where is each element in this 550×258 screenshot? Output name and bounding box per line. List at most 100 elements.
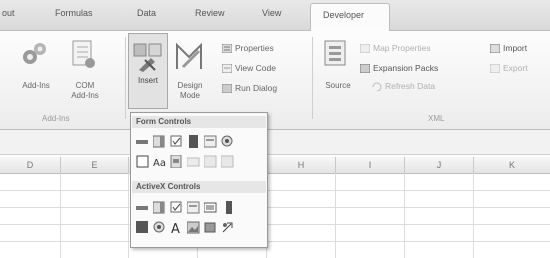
insert-label: Insert — [137, 76, 158, 85]
formula-bar-area — [0, 130, 550, 155]
import-icon — [490, 44, 500, 54]
activex-check-box-icon[interactable] — [170, 201, 183, 214]
column-header-e[interactable]: E — [61, 157, 129, 173]
grid-col-line — [404, 173, 405, 258]
activex-option-button-icon[interactable] — [153, 221, 166, 234]
tab-home-partial[interactable]: out — [2, 8, 15, 18]
view-code-label: View Code — [235, 63, 276, 73]
design-mode-icon — [176, 42, 202, 69]
properties-label: Properties — [235, 43, 274, 53]
option-button-icon[interactable] — [221, 135, 234, 148]
column-header-k[interactable]: K — [474, 157, 550, 173]
xml-group-label: XML — [428, 114, 445, 123]
tab-developer[interactable]: Developer — [310, 3, 390, 32]
column-header-i[interactable]: I — [336, 157, 405, 173]
design-label-line2: Mode — [179, 91, 200, 100]
ribbon-tab-row: out Formulas Data Review View Developer — [0, 0, 550, 32]
tab-developer-label: Developer — [323, 10, 365, 20]
ribbon-panel: Add-Ins COM Add-Ins Add-Ins Insert Desig… — [0, 31, 550, 130]
addins-label: Add-Ins — [22, 81, 50, 90]
command-button-icon[interactable] — [136, 201, 149, 214]
com-addins-button[interactable]: COM Add-Ins — [68, 39, 102, 109]
svg-text:A: A — [171, 222, 180, 234]
design-mode-button[interactable]: Design Mode — [173, 39, 209, 109]
design-label-line1: Design — [177, 81, 203, 90]
more-controls-icon[interactable] — [221, 221, 234, 234]
activex-text-box-icon[interactable] — [204, 201, 217, 214]
grid-row-line — [0, 207, 550, 208]
text-field-icon[interactable] — [187, 155, 200, 168]
grid-col-line — [473, 173, 474, 258]
grid-col-line — [60, 173, 61, 258]
import-button[interactable]: Import — [490, 43, 528, 54]
form-controls-header: Form Controls — [132, 116, 266, 128]
list-box-icon[interactable] — [204, 135, 217, 148]
import-label: Import — [503, 43, 528, 53]
activex-label-icon[interactable]: A — [170, 221, 183, 234]
activex-spin-button-icon[interactable] — [136, 221, 149, 234]
grid-col-line — [335, 173, 336, 258]
group-separator — [312, 37, 313, 119]
check-box-icon[interactable] — [170, 135, 183, 148]
xml-source-icon — [324, 40, 346, 66]
view-code-button[interactable]: View Code — [222, 63, 276, 74]
column-header-d[interactable]: D — [0, 157, 61, 173]
properties-button[interactable]: Properties — [222, 43, 274, 54]
combo-box-icon[interactable] — [153, 135, 166, 148]
group-box-icon[interactable] — [136, 155, 149, 168]
source-button[interactable]: Source — [322, 39, 356, 109]
view-code-icon — [222, 64, 232, 74]
activex-image-icon[interactable] — [187, 221, 200, 234]
run-dialog-label: Run Dialog — [235, 83, 278, 93]
insert-tools-icon — [133, 43, 162, 72]
activex-list-box-icon[interactable] — [187, 201, 200, 214]
addins-button[interactable]: Add-Ins — [20, 39, 50, 99]
column-header-j[interactable]: J — [405, 157, 474, 173]
activex-controls-header: ActiveX Controls — [132, 181, 266, 193]
source-label: Source — [325, 81, 351, 90]
insert-controls-button[interactable]: Insert — [128, 33, 168, 109]
combo-list-edit-icon[interactable] — [204, 155, 217, 168]
export-icon — [490, 64, 500, 74]
expansion-packs-button[interactable]: Expansion Packs — [360, 63, 439, 74]
run-dialog-button[interactable]: Run Dialog — [222, 83, 278, 94]
insert-controls-dropdown: Form Controls Aa ActiveX Controls A — [130, 112, 268, 248]
tab-data[interactable]: Data — [137, 8, 156, 18]
activex-combo-box-icon[interactable] — [153, 201, 166, 214]
group-separator — [125, 37, 126, 119]
activex-scroll-bar-icon[interactable] — [223, 201, 236, 214]
map-properties-icon — [360, 44, 370, 54]
activex-toggle-button-icon[interactable] — [204, 221, 217, 234]
addins-group-label: Add-Ins — [42, 114, 70, 123]
grid-row-line — [0, 190, 550, 191]
run-dialog-icon — [222, 84, 232, 94]
refresh-data-label: Refresh Data — [385, 81, 436, 91]
tab-view[interactable]: View — [262, 8, 281, 18]
scroll-bar-icon[interactable] — [170, 155, 183, 168]
refresh-icon — [372, 82, 382, 92]
refresh-data-button[interactable]: Refresh Data — [372, 81, 436, 92]
button-control-icon[interactable] — [136, 135, 149, 148]
export-label: Export — [503, 63, 528, 73]
tab-formulas[interactable]: Formulas — [55, 8, 93, 18]
com-label-line1: COM — [75, 81, 95, 90]
gear-icon — [23, 43, 46, 64]
export-button[interactable]: Export — [490, 63, 528, 74]
label-control-icon[interactable]: Aa — [153, 155, 166, 168]
map-properties-label: Map Properties — [373, 43, 431, 53]
grid-col-line — [128, 173, 129, 258]
com-addins-icon — [72, 40, 95, 68]
grid-row-line — [0, 241, 550, 242]
tab-review[interactable]: Review — [195, 8, 225, 18]
expansion-packs-icon — [360, 64, 370, 74]
combo-drop-down-edit-icon[interactable] — [221, 155, 234, 168]
column-header-h[interactable]: H — [267, 157, 336, 173]
map-properties-button[interactable]: Map Properties — [360, 43, 431, 54]
svg-text:Aa: Aa — [153, 158, 166, 168]
grid-row-line — [0, 224, 550, 225]
expansion-packs-label: Expansion Packs — [373, 63, 439, 73]
properties-icon — [222, 44, 232, 54]
com-label-line2: Add-Ins — [71, 91, 99, 100]
spin-button-icon[interactable] — [187, 135, 200, 148]
column-header-row: D E F G H I J K — [0, 157, 550, 174]
